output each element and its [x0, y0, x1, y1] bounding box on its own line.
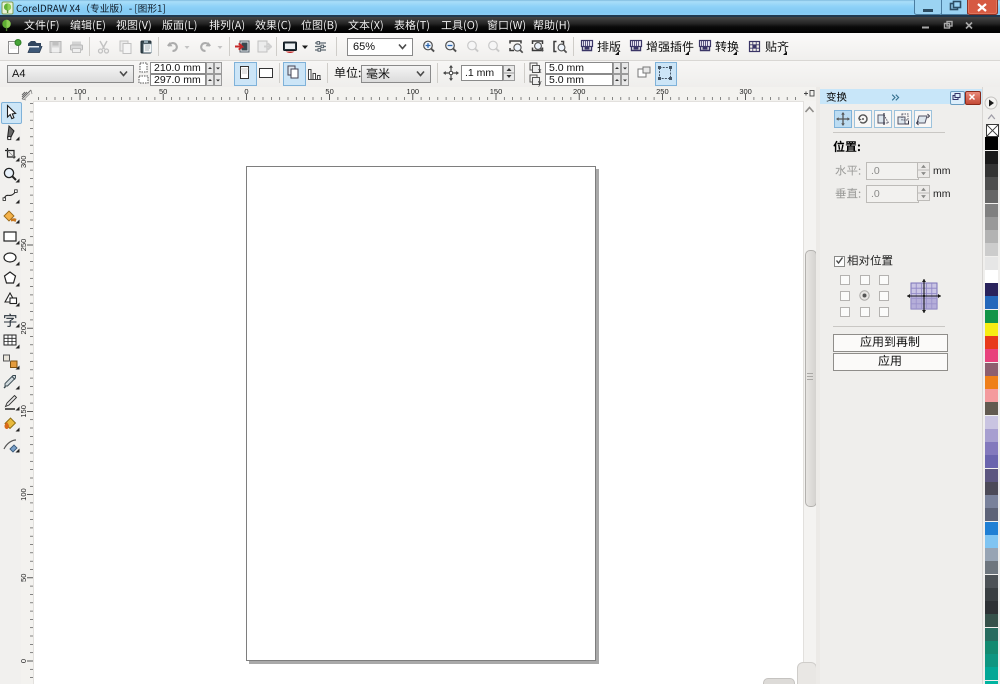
- svg-text:200: 200: [19, 322, 28, 335]
- svg-text:250: 250: [19, 239, 28, 252]
- svg-text:50: 50: [325, 87, 333, 96]
- svg-text:150: 150: [19, 405, 28, 418]
- svg-text:100: 100: [19, 488, 28, 501]
- svg-text:100: 100: [74, 87, 87, 96]
- svg-text:0: 0: [244, 87, 248, 96]
- svg-text:100: 100: [407, 87, 420, 96]
- svg-text:150: 150: [490, 87, 503, 96]
- svg-text:0: 0: [19, 659, 28, 663]
- svg-text:300: 300: [739, 87, 752, 96]
- svg-text:300: 300: [19, 156, 28, 169]
- svg-text:50: 50: [19, 574, 28, 582]
- svg-text:250: 250: [656, 87, 669, 96]
- svg-text:50: 50: [159, 87, 167, 96]
- svg-text:200: 200: [573, 87, 586, 96]
